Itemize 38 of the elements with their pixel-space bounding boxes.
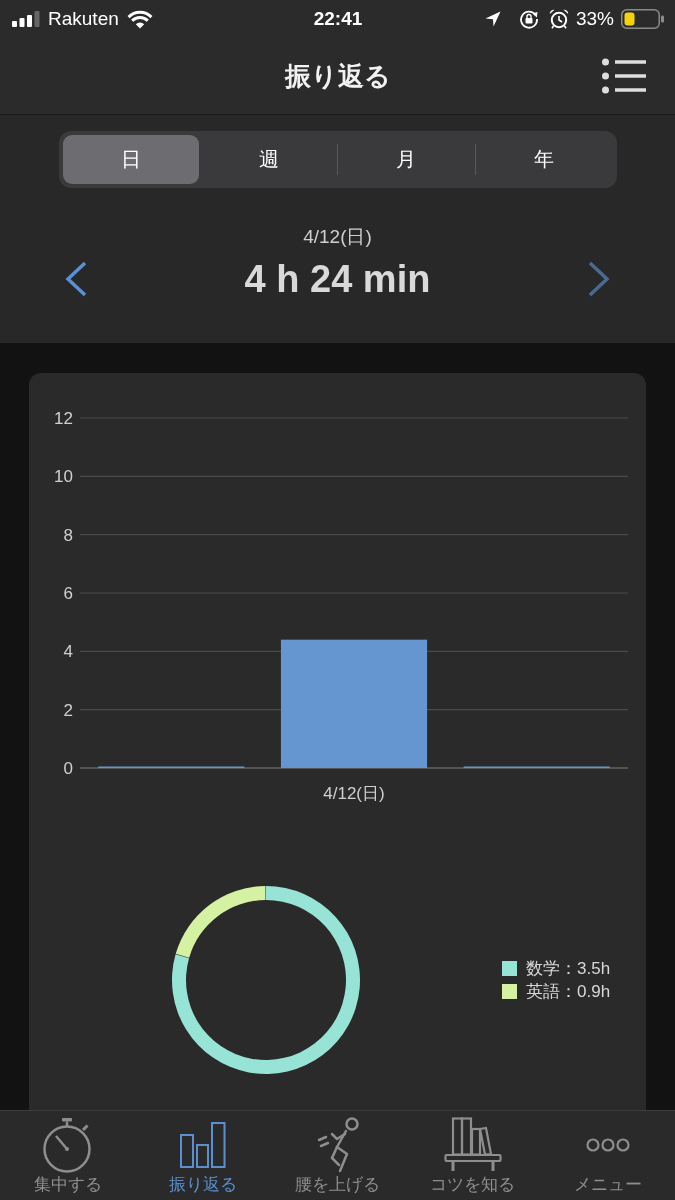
y-axis-label: 6 [63,584,73,603]
y-axis-label: 2 [63,700,73,720]
y-axis-label: 12 [54,409,73,428]
chevron-left-icon[interactable] [65,261,87,297]
location-arrow-icon [484,11,501,27]
period-tab[interactable]: 月 [338,135,475,184]
x-axis-label: 4/12(日) [323,784,385,803]
bar-chart-icon [179,1122,226,1168]
period-tab[interactable]: 週 [200,135,337,184]
running-person-icon [315,1116,360,1174]
period-tab[interactable]: 年 [475,135,613,184]
y-axis-label: 4 [63,642,73,662]
bookshelf-icon [443,1117,502,1173]
more-dots-icon [585,1138,630,1152]
battery-icon [621,9,664,29]
screen-title: 振り返る [284,59,391,93]
clock-time: 22:41 [313,8,363,30]
rotation-lock-icon [518,9,539,29]
legend-label: 英語：0.9h [526,982,611,1001]
y-axis-label: 0 [63,759,73,778]
carrier-name: Rakuten [48,8,119,30]
tab-bar-item[interactable]: メニュー [540,1111,675,1200]
period-tab[interactable]: 日 [62,135,200,184]
y-axis-label: 8 [63,525,73,545]
tab-bar-item[interactable]: コツを知る [405,1111,540,1200]
legend-label: 数学：3.5h [526,959,611,978]
battery-percent: 33% [575,8,614,30]
total-duration: 4 h 24 min [244,257,431,302]
alarm-clock-icon [548,9,569,29]
menu-icon[interactable] [602,58,646,94]
stopwatch-icon [41,1117,94,1173]
wifi-icon [126,9,153,29]
y-axis-label: 10 [54,467,73,487]
signal-icon [12,11,40,27]
tab-bar-item[interactable]: 振り返る [135,1111,270,1200]
tab-bar-item[interactable]: 集中する [0,1111,135,1200]
date-label: 4/12(日) [303,226,372,248]
tab-bar-item[interactable]: 腰を上げる [270,1111,405,1200]
